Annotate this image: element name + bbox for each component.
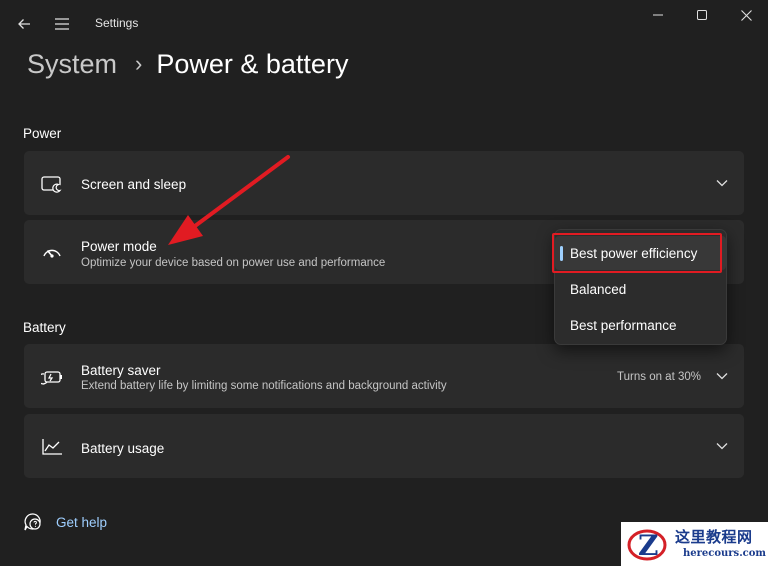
- chevron-down-icon[interactable]: [714, 175, 730, 191]
- section-heading-power: Power: [23, 126, 62, 141]
- get-help-label: Get help: [56, 514, 108, 530]
- screen-sleep-icon: [40, 172, 64, 196]
- window-title: Settings: [95, 16, 139, 30]
- breadcrumb-separator: ›: [135, 51, 143, 76]
- page-title: Power & battery: [156, 48, 349, 79]
- selection-indicator: [560, 246, 563, 261]
- svg-text:Z: Z: [638, 529, 658, 562]
- battery-usage-chart-icon: [40, 435, 64, 459]
- battery-usage-card[interactable]: Battery usage: [24, 414, 744, 478]
- option-label: Best power efficiency: [570, 245, 698, 261]
- maximize-icon: [697, 10, 707, 20]
- battery-usage-title: Battery usage: [81, 441, 165, 456]
- battery-saver-card[interactable]: Battery saver Extend battery life by lim…: [24, 344, 744, 408]
- battery-saver-status: Turns on at 30%: [617, 371, 701, 383]
- settings-window: Settings System › Power & battery Power: [0, 0, 768, 566]
- breadcrumb-parent-system[interactable]: System: [27, 49, 117, 80]
- power-mode-description: Optimize your device based on power use …: [81, 257, 386, 269]
- get-help-link[interactable]: Get help: [22, 510, 107, 534]
- battery-saver-title: Battery saver: [81, 363, 161, 378]
- chevron-down-icon[interactable]: [714, 368, 730, 384]
- option-label: Best performance: [570, 317, 677, 333]
- battery-saver-icon: [40, 365, 64, 389]
- watermark-name: 这里教程网: [675, 528, 753, 546]
- chevron-down-icon[interactable]: [714, 438, 730, 454]
- minimize-icon: [653, 14, 663, 16]
- minimize-button[interactable]: [636, 0, 680, 30]
- navigation-menu-button[interactable]: [48, 10, 76, 38]
- breadcrumb: System › Power & battery: [27, 44, 348, 84]
- close-button[interactable]: [724, 0, 768, 30]
- power-mode-option-best-performance[interactable]: Best performance: [555, 308, 726, 342]
- power-mode-option-best-power-efficiency[interactable]: Best power efficiency: [555, 236, 726, 270]
- section-heading-battery: Battery: [23, 320, 66, 335]
- watermark-logo-icon: Z: [627, 529, 667, 562]
- power-mode-gauge-icon: [40, 240, 64, 264]
- hamburger-icon: [55, 18, 69, 30]
- watermark-domain: herecours.com: [683, 548, 767, 559]
- screen-and-sleep-card[interactable]: Screen and sleep: [24, 151, 744, 215]
- help-chat-icon: [22, 511, 44, 533]
- power-mode-dropdown[interactable]: Best power efficiency Balanced Best perf…: [554, 229, 727, 345]
- watermark: Z 这里教程网 herecours.com: [621, 522, 768, 566]
- back-arrow-icon: [18, 19, 30, 29]
- close-icon: [740, 9, 752, 21]
- option-label: Balanced: [570, 281, 627, 297]
- screen-and-sleep-title: Screen and sleep: [81, 177, 187, 192]
- power-mode-option-balanced[interactable]: Balanced: [555, 272, 726, 306]
- battery-saver-description: Extend battery life by limiting some not…: [81, 380, 447, 392]
- maximize-button[interactable]: [680, 0, 724, 30]
- back-button[interactable]: [10, 10, 38, 38]
- title-bar: Settings: [0, 0, 768, 46]
- power-mode-title: Power mode: [81, 239, 157, 254]
